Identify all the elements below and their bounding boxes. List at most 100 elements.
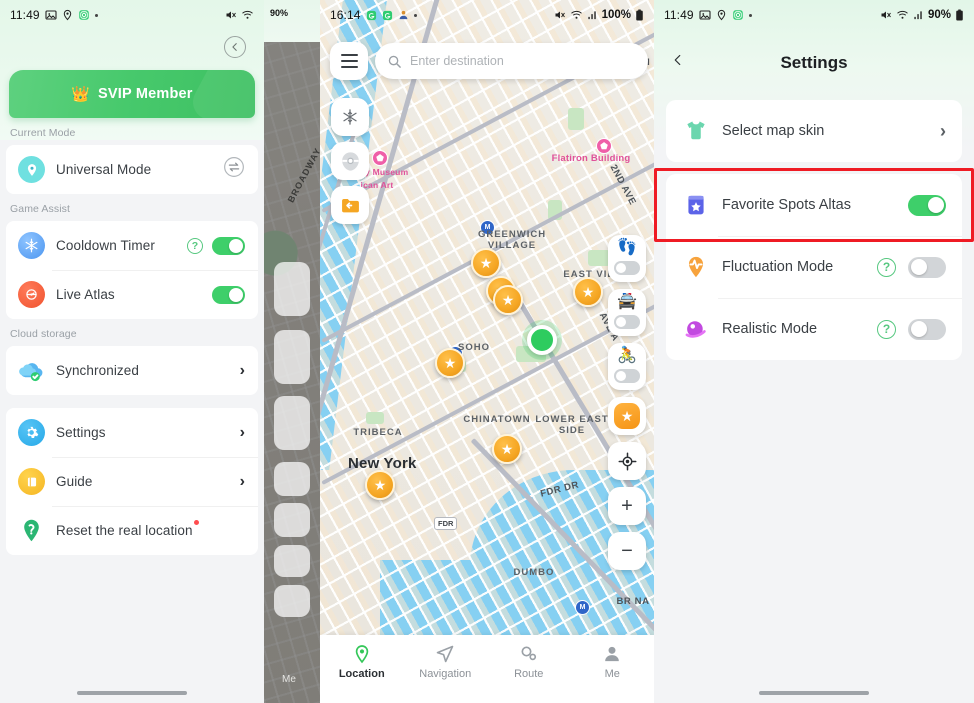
chevron-right-icon[interactable]: › (940, 122, 946, 140)
help-icon[interactable]: ? (877, 319, 896, 339)
settings-header: Settings (654, 40, 974, 86)
back-button[interactable] (672, 51, 684, 75)
seam-status-strip (264, 0, 320, 42)
live-atlas-toggle[interactable] (212, 285, 245, 304)
map-label-lower-east-side: LOWER EAST SIDE (535, 414, 609, 436)
status-right-panel2: 100% (553, 9, 644, 21)
row-synchronized[interactable]: Synchronized › (6, 346, 258, 395)
section-label-current-mode: Current Mode (10, 127, 76, 139)
favorite-spot-marker[interactable] (573, 277, 603, 307)
help-icon[interactable]: ? (877, 257, 896, 277)
row-right: › (240, 362, 245, 379)
favorite-spot-marker[interactable] (365, 470, 395, 500)
wifi-icon (241, 9, 254, 21)
seam-control-zoom-out (274, 585, 310, 617)
status-bar-panel2: 16:14 100% (320, 0, 654, 30)
park-patch (568, 108, 584, 130)
seam-tab-label: Me (282, 674, 296, 685)
chevron-right-icon[interactable]: › (240, 362, 245, 379)
chevron-right-icon[interactable]: › (240, 424, 245, 441)
folder-back-icon[interactable] (331, 186, 369, 224)
realistic-icon (682, 315, 710, 343)
battery-icon (955, 9, 964, 21)
zoom-out-button[interactable]: − (608, 532, 646, 570)
status-bar-panel3: 11:49 90% (654, 0, 974, 30)
chevron-right-icon[interactable]: › (240, 473, 245, 490)
svip-member-banner[interactable]: 👑 SVIP Member (9, 70, 255, 118)
status-time: 11:49 (664, 8, 694, 22)
footprints-toggle[interactable] (614, 261, 640, 275)
car-icon: 🚔 (617, 293, 637, 310)
flatiron-poi-icon[interactable]: ⬟ (596, 138, 612, 154)
hamburger-icon[interactable] (330, 42, 368, 80)
whitney-poi-icon[interactable]: ⬟ (372, 150, 388, 166)
realistic-mode-toggle[interactable] (908, 318, 946, 340)
tab-navigation[interactable]: Navigation (404, 644, 488, 680)
cyclist-control[interactable]: 🚴 (608, 343, 646, 390)
footprints-control[interactable]: 👣 (608, 235, 646, 282)
row-reset-real-location[interactable]: Reset the real location (6, 506, 258, 555)
cyclist-toggle[interactable] (614, 369, 640, 383)
card-cloud-storage: Synchronized › (6, 346, 258, 395)
seam-control-1 (274, 262, 310, 316)
car-toggle[interactable] (614, 315, 640, 329)
favorite-spot-marker[interactable] (492, 434, 522, 464)
row-live-atlas[interactable]: Live Atlas (6, 270, 258, 319)
chevron-left-icon (674, 54, 681, 66)
row-label: Favorite Spots Altas (722, 197, 851, 213)
row-cooldown-timer[interactable]: Cooldown Timer ? (6, 221, 258, 270)
section-label-cloud-storage: Cloud storage (10, 328, 77, 340)
swap-icon[interactable] (223, 156, 245, 183)
row-favorite-spots-altas[interactable]: Favorite Spots Altas (654, 168, 974, 242)
favorite-spots-toggle[interactable] (908, 194, 946, 216)
paper-plane-icon (436, 645, 454, 663)
home-indicator (77, 691, 187, 695)
pokeball-icon[interactable] (331, 142, 369, 180)
row-label: Synchronized (56, 363, 139, 378)
locate-me-button[interactable] (608, 442, 646, 480)
instagram-icon (732, 9, 744, 21)
row-settings[interactable]: Settings › (6, 408, 258, 457)
tab-location[interactable]: Location (320, 644, 404, 680)
chevron-left-icon (232, 43, 237, 51)
snowflake-icon[interactable] (331, 98, 369, 136)
zoom-in-button[interactable]: + (608, 487, 646, 525)
row-right: › (940, 122, 946, 140)
row-fluctuation-mode[interactable]: Fluctuation Mode ? (666, 236, 962, 298)
photo-icon (699, 9, 711, 21)
star-spot-button[interactable]: ★ (608, 397, 646, 435)
row-select-map-skin[interactable]: Select map skin › (666, 100, 962, 162)
subway-icon[interactable]: M (575, 600, 590, 615)
three-panel-screenshot: 11:49 👑 SVIP Member Current Mode Univers… (0, 0, 974, 703)
tab-label: Location (338, 668, 385, 680)
map-label-dumbo: DUMBO (513, 567, 555, 578)
zoom-out-icon: − (621, 540, 633, 562)
row-guide[interactable]: Guide › (6, 457, 258, 506)
section-label-game-assist: Game Assist (10, 203, 71, 215)
tab-label: Me (604, 668, 620, 680)
map-search-row: Enter destination (330, 42, 648, 80)
green-app-icon (366, 10, 377, 21)
tab-me[interactable]: Me (571, 644, 655, 680)
cooldown-timer-toggle[interactable] (212, 236, 245, 255)
favorite-spot-marker[interactable] (435, 348, 465, 378)
help-icon[interactable]: ? (187, 237, 203, 254)
map-badge-fdr: FDR (434, 517, 458, 530)
map-left-controls (331, 98, 369, 224)
map-canvas[interactable]: ⬟ Flatiron Building Whitney Museum ican … (320, 0, 654, 703)
row-universal-mode[interactable]: Universal Mode (6, 145, 258, 194)
tab-route[interactable]: Route (487, 644, 571, 680)
mute-icon (553, 9, 566, 21)
favorite-spot-marker[interactable] (493, 285, 523, 315)
panel1-content: Current Mode Universal Mode Game Assist … (0, 118, 264, 703)
car-control[interactable]: 🚔 (608, 289, 646, 336)
favorite-spot-marker[interactable] (471, 248, 501, 278)
search-input[interactable]: Enter destination (375, 43, 648, 79)
current-location-dot[interactable] (527, 325, 557, 355)
row-label: Guide (56, 474, 93, 489)
row-realistic-mode[interactable]: Realistic Mode ? (666, 298, 962, 360)
row-right[interactable] (223, 156, 245, 183)
fluctuation-mode-toggle[interactable] (908, 256, 946, 278)
back-button[interactable] (224, 36, 246, 58)
